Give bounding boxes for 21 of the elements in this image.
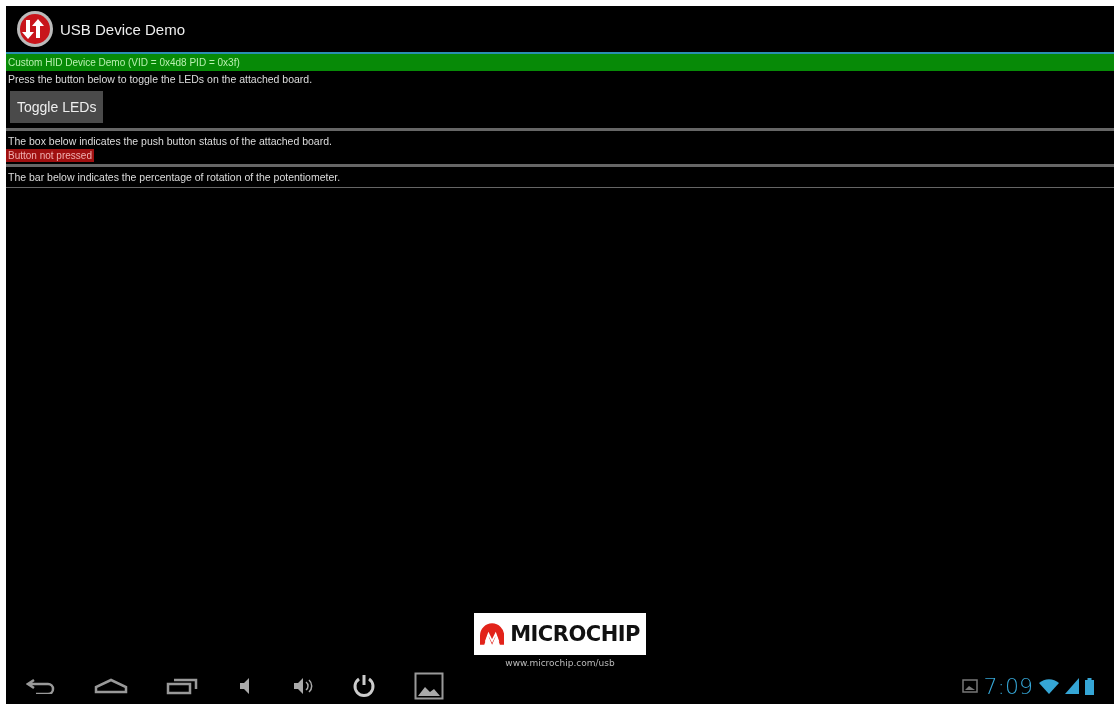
button-status: Button not pressed <box>6 149 94 162</box>
led-instruction: Press the button below to toggle the LEDs on the attached board. <box>7 72 314 87</box>
back-icon[interactable] <box>26 678 56 694</box>
app-icon <box>16 10 54 48</box>
potentiometer-instruction: The bar below indicates the percentage of rotation of the potentiometer. <box>7 170 342 185</box>
device-banner: Custom HID Device Demo (VID = 0x4d8 PID = 0x3f) <box>6 54 1114 71</box>
app-title: USB Device Demo <box>60 20 186 38</box>
battery-icon <box>1085 677 1094 695</box>
signal-icon <box>1065 678 1079 694</box>
power-icon[interactable] <box>352 674 376 698</box>
home-icon[interactable] <box>94 678 128 694</box>
recent-apps-icon[interactable] <box>166 677 198 695</box>
clock-time: 7:09 <box>983 673 1033 699</box>
wifi-icon <box>1039 678 1059 694</box>
volume-up-icon[interactable] <box>292 677 314 695</box>
image-notification-icon[interactable] <box>961 679 978 693</box>
push-button-instruction: The box below indicates the push button status of the attached board. <box>7 134 333 149</box>
toggle-leds-button[interactable]: Toggle LEDs <box>10 91 104 123</box>
website-url: www.microchip.com/usb <box>505 658 615 668</box>
image-icon[interactable] <box>414 672 444 700</box>
logo-text: MICROCHIP <box>510 622 640 646</box>
